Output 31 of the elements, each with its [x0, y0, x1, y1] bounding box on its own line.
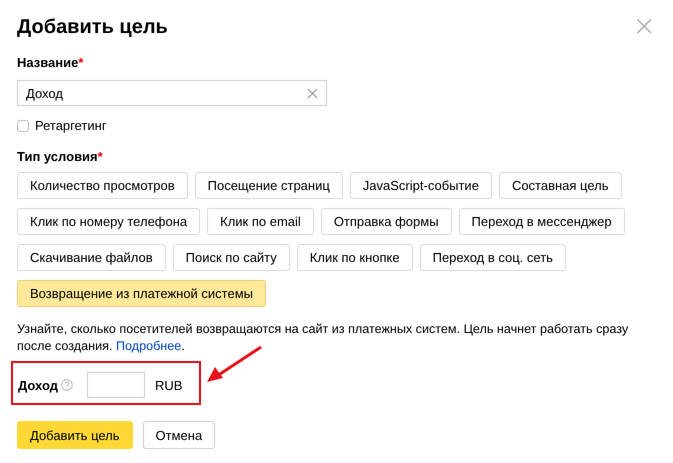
condition-option[interactable]: Количество просмотров [17, 172, 188, 199]
income-field[interactable] [86, 372, 145, 398]
dialog-title: Добавить цель [17, 16, 168, 39]
currency-label: RUB [154, 378, 182, 392]
more-link[interactable]: Подробнее [116, 339, 182, 353]
field-label: Тип условия [17, 149, 98, 164]
required-mark: * [78, 55, 84, 70]
field-label: Название [17, 55, 78, 70]
clear-icon[interactable] [307, 88, 318, 98]
arrow [205, 345, 263, 385]
condition-option[interactable]: Поиск по сайту [172, 244, 290, 271]
condition-option[interactable]: Отправка формы [320, 208, 452, 235]
condition-option[interactable]: Клик по email [207, 208, 314, 235]
condition-option[interactable]: Посещение страниц [194, 172, 343, 199]
help-icon[interactable] [60, 379, 73, 391]
condition-option[interactable]: Клик по кнопке [296, 244, 413, 271]
condition-option[interactable]: Возвращение из платежной системы [17, 280, 266, 307]
condition-option[interactable]: Клик по номеру телефона [17, 208, 200, 235]
checkbox-label: Ретаргетинг [35, 118, 107, 133]
condition-option[interactable]: Составная цель [498, 172, 622, 199]
income-label: Доход [18, 378, 58, 392]
dialog-button[interactable]: Отмена [142, 421, 216, 449]
condition-option[interactable]: JavaScript-событие [350, 172, 492, 199]
required-mark: * [98, 149, 103, 164]
dialog-button[interactable]: Добавить цель [17, 421, 133, 449]
condition-option[interactable]: Скачивание файлов [17, 244, 166, 271]
description-text: Узнайте, сколько посетителей возвращаются на сайт из платежных систем. Цель начнет работать сразу после создания. Подробнее. [17, 321, 630, 355]
condition-option[interactable]: Переход в мессенджер [458, 208, 625, 235]
condition-option[interactable]: Переход в соц. сеть [420, 244, 566, 271]
name-field[interactable]: Доход [17, 80, 327, 106]
checkbox[interactable] [17, 120, 29, 132]
